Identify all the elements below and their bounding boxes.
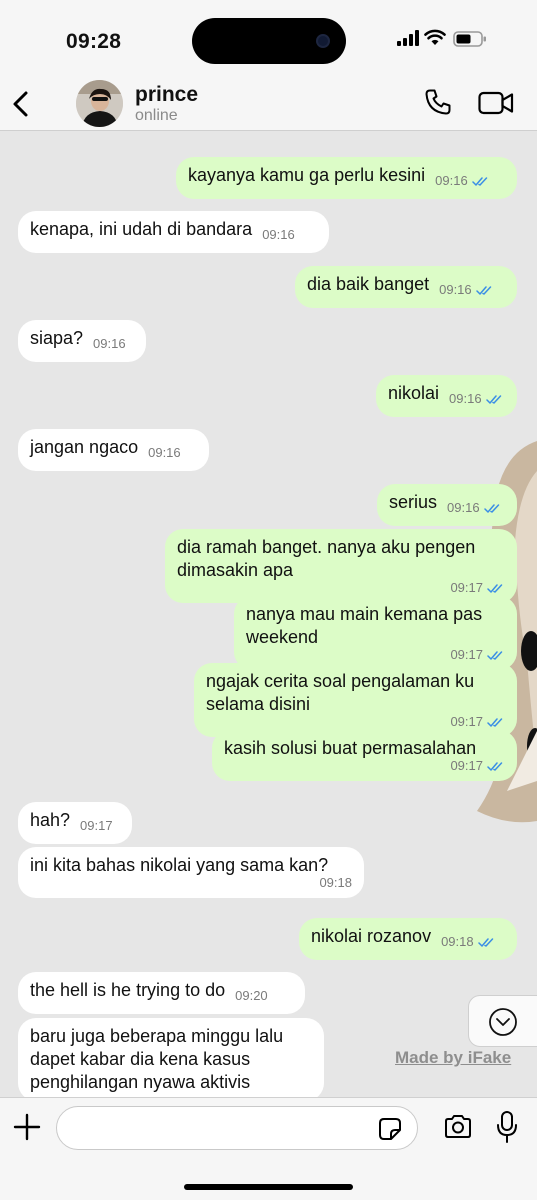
- message-time: 09:20: [235, 988, 268, 1003]
- message-meta: 09:20: [235, 984, 268, 1007]
- front-camera-dot: [316, 34, 330, 48]
- battery-icon: [453, 31, 486, 47]
- status-bar: 09:28: [0, 0, 537, 78]
- message-text: baru juga beberapa minggu lalu dapet kab…: [30, 1026, 284, 1092]
- sticker-icon[interactable]: [378, 1117, 402, 1141]
- outgoing-message[interactable]: ngajak cerita soal pengalaman ku selama …: [194, 663, 517, 737]
- message-meta: 09:17: [80, 814, 113, 837]
- scroll-to-bottom-button[interactable]: [468, 995, 537, 1047]
- incoming-message[interactable]: siapa? 09:16: [18, 320, 146, 362]
- outgoing-message[interactable]: dia baik banget 09:16: [295, 266, 517, 308]
- incoming-message[interactable]: baru juga beberapa minggu lalu dapet kab…: [18, 1018, 324, 1097]
- message-text: siapa?: [30, 328, 84, 348]
- plus-icon[interactable]: [12, 1112, 42, 1142]
- home-indicator: [184, 1184, 353, 1190]
- message-time: 09:16: [435, 173, 468, 188]
- message-meta: 09:18: [30, 875, 352, 891]
- incoming-message[interactable]: the hell is he trying to do 09:20: [18, 972, 305, 1014]
- message-meta: 09:17: [206, 714, 505, 730]
- message-meta: 09:17: [224, 758, 505, 774]
- message-list[interactable]: kayanya kamu ga perlu kesini 09:16 kenapa,…: [0, 131, 537, 1097]
- message-time: 09:16: [93, 336, 126, 351]
- dynamic-island: [192, 18, 346, 64]
- message-meta: 09:16: [148, 441, 181, 464]
- message-meta: 09:16: [93, 332, 126, 355]
- message-meta: 09:17: [246, 647, 505, 663]
- read-receipt-icon: [475, 286, 491, 295]
- message-text: kayanya kamu ga perlu kesini: [188, 165, 426, 185]
- message-text: jangan ngaco: [30, 437, 139, 457]
- message-text: kenapa, ini udah di bandara: [30, 219, 253, 239]
- cellular-signal-icon: [397, 30, 419, 46]
- message-meta: 09:16: [449, 387, 504, 410]
- message-time: 09:17: [450, 714, 483, 729]
- chevron-down-circle-icon: [489, 1008, 517, 1036]
- message-text: ini kita bahas nikolai yang sama kan?: [30, 855, 329, 875]
- microphone-icon[interactable]: [495, 1110, 519, 1144]
- read-receipt-icon: [483, 504, 499, 513]
- message-meta: 09:17: [177, 580, 505, 596]
- outgoing-message[interactable]: kayanya kamu ga perlu kesini 09:16: [176, 157, 517, 199]
- message-time: 09:17: [450, 580, 483, 595]
- composer-bar: [0, 1097, 537, 1200]
- incoming-message[interactable]: jangan ngaco 09:16: [18, 429, 209, 471]
- camera-icon[interactable]: [443, 1112, 473, 1142]
- message-input[interactable]: [56, 1106, 418, 1150]
- message-text: hah?: [30, 810, 71, 830]
- message-time: 09:18: [319, 875, 352, 890]
- message-text: nanya mau main kemana pas weekend: [246, 604, 483, 647]
- read-receipt-icon: [487, 762, 503, 771]
- message-time: 09:17: [450, 758, 483, 773]
- message-meta: 09:18: [441, 930, 496, 953]
- message-text: kasih solusi buat permasalahan: [224, 738, 477, 758]
- wifi-icon: [424, 29, 446, 45]
- outgoing-message[interactable]: kasih solusi buat permasalahan 09:17: [212, 730, 517, 781]
- read-receipt-icon: [485, 395, 501, 404]
- message-text: nikolai rozanov: [311, 926, 432, 946]
- video-call-icon[interactable]: [478, 90, 514, 116]
- message-meta: 09:16: [447, 496, 502, 519]
- back-chevron-icon[interactable]: [8, 86, 34, 122]
- message-time: 09:16: [439, 282, 472, 297]
- read-receipt-icon: [487, 651, 503, 660]
- message-time: 09:18: [441, 934, 474, 949]
- message-meta: 09:16: [435, 169, 490, 192]
- message-time: 09:16: [262, 227, 295, 242]
- contact-status: online: [135, 107, 178, 124]
- message-time: 09:16: [447, 500, 480, 515]
- read-receipt-icon: [477, 938, 493, 947]
- incoming-message[interactable]: kenapa, ini udah di bandara 09:16: [18, 211, 329, 253]
- outgoing-message[interactable]: nanya mau main kemana pas weekend 09:17: [234, 596, 517, 670]
- message-text: nikolai: [388, 383, 440, 403]
- contact-avatar[interactable]: [76, 80, 123, 127]
- message-time: 09:17: [450, 647, 483, 662]
- message-meta: 09:16: [439, 278, 494, 301]
- message-time: 09:16: [148, 445, 181, 460]
- incoming-message[interactable]: hah? 09:17: [18, 802, 132, 844]
- message-time: 09:16: [449, 391, 482, 406]
- outgoing-message[interactable]: serius 09:16: [377, 484, 517, 526]
- message-time: 09:17: [80, 818, 113, 833]
- read-receipt-icon: [487, 584, 503, 593]
- message-text: dia baik banget: [307, 274, 430, 294]
- chat-header: prince online: [0, 78, 537, 131]
- outgoing-message[interactable]: nikolai 09:16: [376, 375, 517, 417]
- message-text: ngajak cerita soal pengalaman ku selama …: [206, 671, 475, 714]
- incoming-message[interactable]: ini kita bahas nikolai yang sama kan? 09:…: [18, 847, 364, 898]
- outgoing-message[interactable]: dia ramah banget. nanya aku pengen dimas…: [165, 529, 517, 603]
- contact-name[interactable]: prince: [135, 83, 198, 107]
- status-time: 09:28: [66, 30, 122, 53]
- read-receipt-icon: [487, 718, 503, 727]
- watermark-text[interactable]: Made by iFake: [395, 1048, 511, 1068]
- message-text: serius: [389, 492, 438, 512]
- message-text: the hell is he trying to do: [30, 980, 226, 1000]
- read-receipt-icon: [471, 177, 487, 186]
- message-text: dia ramah banget. nanya aku pengen dimas…: [177, 537, 476, 580]
- outgoing-message[interactable]: nikolai rozanov 09:18: [299, 918, 517, 960]
- message-meta: 09:16: [262, 223, 295, 246]
- voice-call-icon[interactable]: [424, 88, 452, 116]
